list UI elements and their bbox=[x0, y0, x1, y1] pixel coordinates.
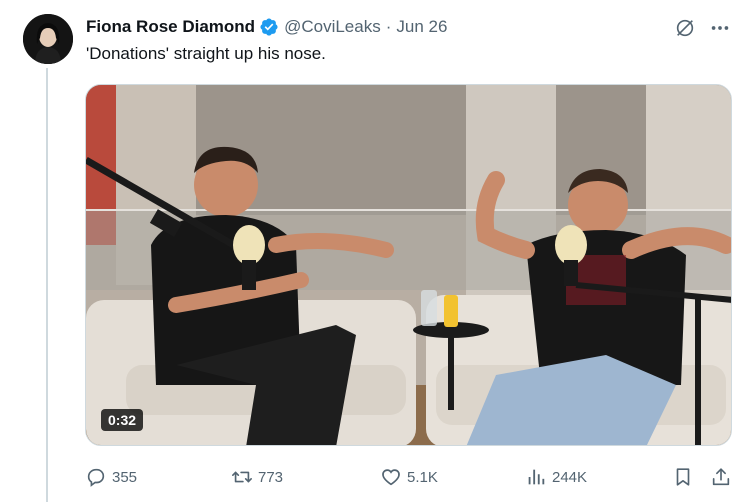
repost-count: 773 bbox=[258, 468, 284, 486]
action-bar: 355 773 5.1K 244K bbox=[85, 462, 735, 492]
reply-count: 355 bbox=[112, 468, 138, 486]
views-chart-icon bbox=[528, 469, 545, 485]
grok-icon[interactable] bbox=[674, 17, 696, 39]
tweet-timestamp[interactable]: Jun 26 bbox=[396, 17, 447, 37]
reply-icon bbox=[87, 468, 105, 487]
views-button[interactable]: 244K bbox=[525, 462, 587, 492]
video-duration: 0:32 bbox=[101, 409, 144, 431]
like-count: 5.1K bbox=[407, 468, 438, 486]
heart-icon bbox=[382, 469, 400, 486]
views-count: 244K bbox=[552, 468, 588, 486]
tweet-text: 'Donations' straight up his nose. bbox=[86, 44, 326, 63]
tweet-header: Fiona Rose Diamond @CoviLeaks · Jun 26 bbox=[86, 15, 447, 39]
share-icon bbox=[712, 468, 730, 486]
bookmark-button[interactable] bbox=[672, 462, 694, 492]
bookmark-icon bbox=[676, 468, 690, 486]
video-player[interactable]: 0:32 bbox=[85, 84, 732, 446]
reply-button[interactable]: 355 bbox=[85, 462, 137, 492]
thread-line bbox=[46, 68, 48, 502]
repost-icon bbox=[232, 471, 252, 483]
repost-button[interactable]: 773 bbox=[231, 462, 283, 492]
more-options-icon[interactable] bbox=[709, 17, 731, 39]
video-frame bbox=[86, 85, 731, 445]
like-button[interactable]: 5.1K bbox=[380, 462, 438, 492]
verified-badge-icon[interactable] bbox=[259, 17, 279, 37]
share-button[interactable] bbox=[710, 462, 732, 492]
avatar-image bbox=[23, 14, 73, 64]
separator-dot: · bbox=[385, 17, 392, 36]
avatar[interactable] bbox=[23, 14, 73, 64]
author-name[interactable]: Fiona Rose Diamond bbox=[86, 17, 255, 37]
author-handle[interactable]: @CoviLeaks bbox=[284, 17, 381, 37]
